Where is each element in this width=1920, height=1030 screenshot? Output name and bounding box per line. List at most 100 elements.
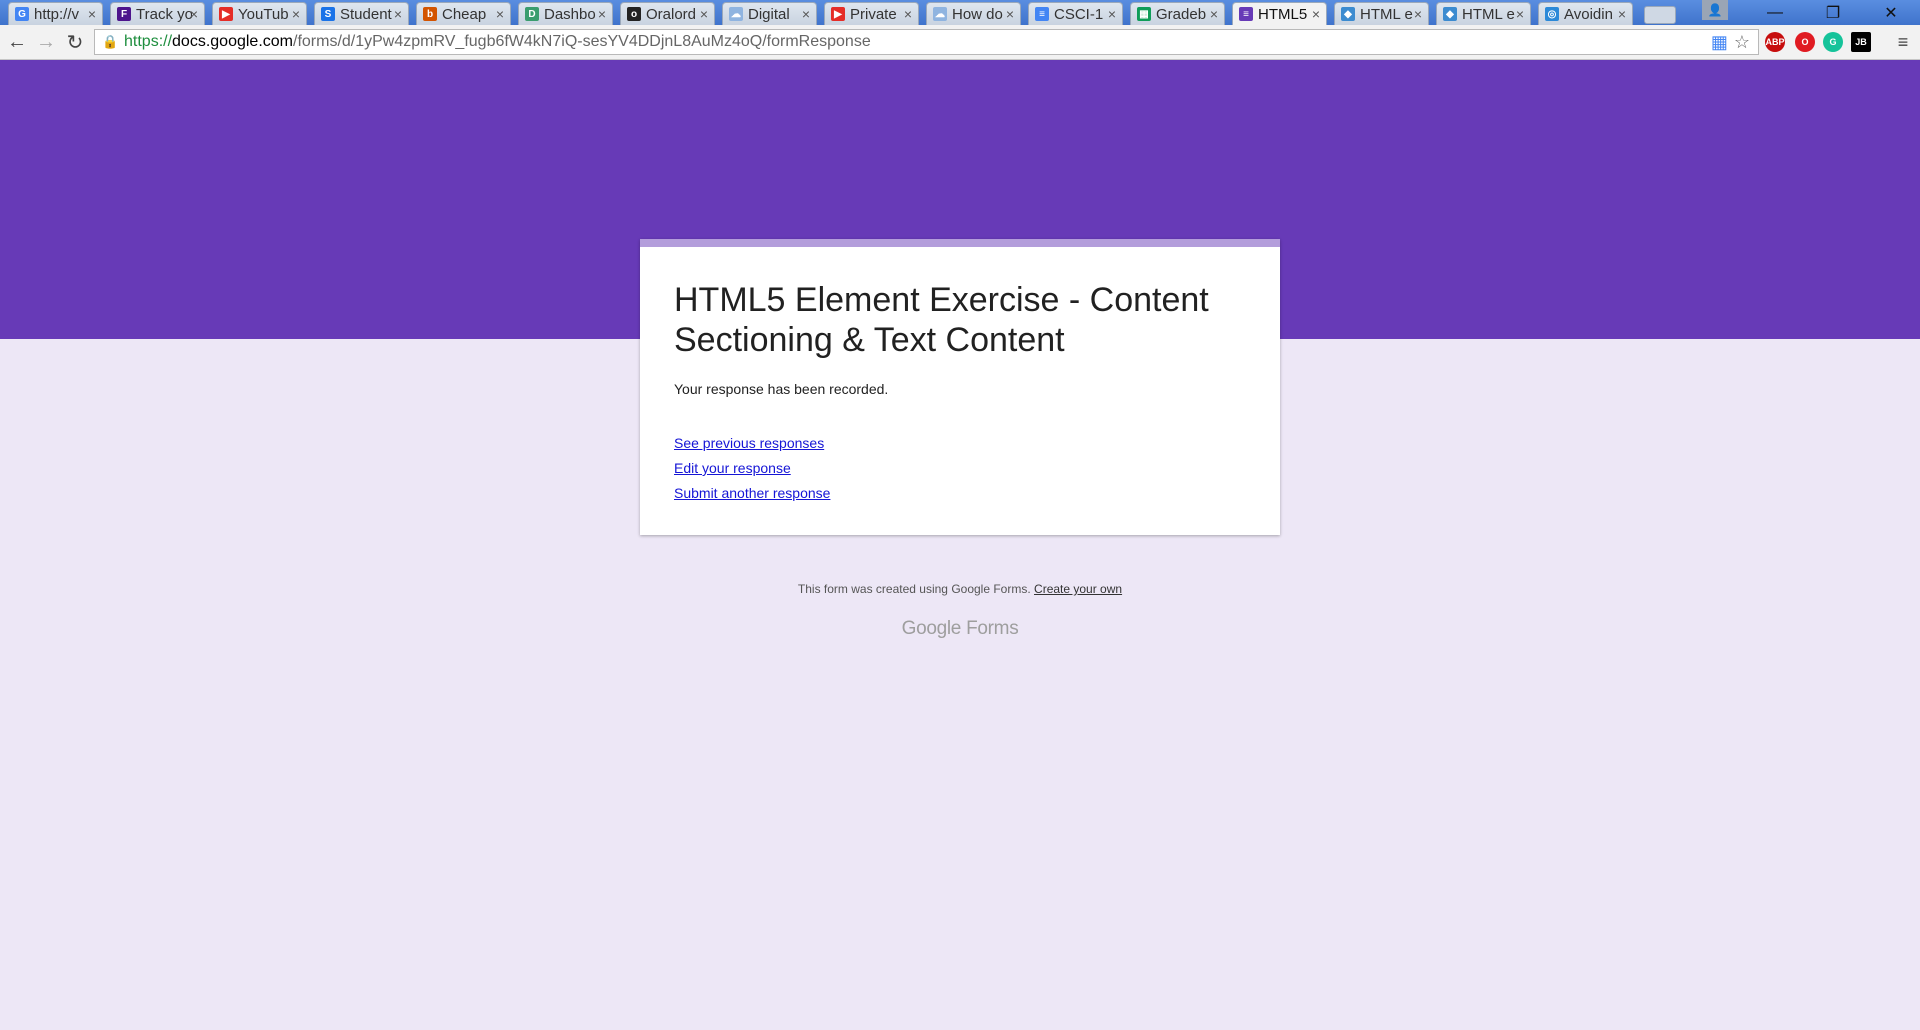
tab-favicon-icon: b xyxy=(423,7,437,21)
tab-close-icon[interactable]: × xyxy=(1414,6,1422,22)
jetbrains-extension-icon[interactable]: JB xyxy=(1851,32,1871,52)
tab-favicon-icon: ◎ xyxy=(1545,7,1559,21)
tab-close-icon[interactable]: × xyxy=(1210,6,1218,22)
tab-close-icon[interactable]: × xyxy=(1312,6,1320,22)
minimize-button[interactable]: — xyxy=(1746,0,1804,25)
tab-favicon-icon: ☁ xyxy=(729,7,743,21)
browser-tab[interactable]: ◎ Avoidin × xyxy=(1538,2,1633,25)
tab-title: HTML e xyxy=(1462,5,1515,23)
browser-tab[interactable]: o Oralord × xyxy=(620,2,715,25)
abp-extension-icon[interactable]: ABP xyxy=(1765,32,1785,52)
browser-tab[interactable]: b Cheap × xyxy=(416,2,511,25)
browser-tab[interactable]: S Student × xyxy=(314,2,409,25)
back-button[interactable]: ← xyxy=(4,29,30,55)
tab-strip: Ghttp://v × F Track yo × ▶ YouTub × S Student × b Ch… xyxy=(0,0,1920,25)
window-controls: 👤 — ❐ ✕ xyxy=(1702,0,1920,25)
tab-favicon-icon: ▶ xyxy=(831,7,845,21)
tab-close-icon[interactable]: × xyxy=(904,6,912,22)
tab-favicon-icon: o xyxy=(627,7,641,21)
menu-icon[interactable]: ≡ xyxy=(1890,29,1916,55)
close-window-button[interactable]: ✕ xyxy=(1862,0,1920,25)
tab-title: Private xyxy=(850,5,897,23)
tab-title: CSCI-1 xyxy=(1054,5,1104,23)
footer-text: This form was created using Google Forms… xyxy=(797,582,1031,596)
reload-button[interactable]: ↻ xyxy=(62,29,88,55)
tab-title: http://v xyxy=(34,5,80,23)
browser-tab[interactable]: ≡ CSCI-1 × xyxy=(1028,2,1123,25)
edit-response-link[interactable]: Edit your response xyxy=(674,456,830,481)
url-path: /forms/d/1yPw4zpmRV_fugb6fW4kN7iQ-sesYV4… xyxy=(293,33,871,50)
tab-favicon-icon: G xyxy=(15,7,29,21)
tab-close-icon[interactable]: × xyxy=(1516,6,1524,22)
url-protocol: https:// xyxy=(124,33,173,50)
create-your-own-link[interactable]: Create your own xyxy=(1034,582,1122,596)
google-forms-logo[interactable]: Google Forms xyxy=(0,618,1920,640)
tab-title: Student xyxy=(340,5,392,23)
tab-favicon-icon: ≡ xyxy=(1035,7,1049,21)
browser-tab[interactable]: ▶ YouTub × xyxy=(212,2,307,25)
restore-button[interactable]: ❐ xyxy=(1804,0,1862,25)
logo-forms-text: Forms xyxy=(966,618,1019,639)
see-previous-responses-link[interactable]: See previous responses xyxy=(674,431,830,456)
tab-title: HTML e xyxy=(1360,5,1413,23)
tab-title: YouTub xyxy=(238,5,289,23)
form-response-card: HTML5 Element Exercise - Content Section… xyxy=(640,239,1280,535)
tab-title: Avoidin xyxy=(1564,5,1613,23)
tab-favicon-icon: ◆ xyxy=(1443,7,1457,21)
grammarly-extension-icon[interactable]: G xyxy=(1823,32,1843,52)
tab-favicon-icon: F xyxy=(117,7,131,21)
tab-title: HTML5 xyxy=(1258,5,1308,23)
browser-tab[interactable]: ☁ Digital × xyxy=(722,2,817,25)
tab-favicon-icon: D xyxy=(525,7,539,21)
tab-close-icon[interactable]: × xyxy=(496,6,504,22)
address-bar[interactable]: 🔒 https://docs.google.com/forms/d/1yPw4z… xyxy=(94,29,1759,55)
tab-list: Ghttp://v × F Track yo × ▶ YouTub × S Student × b Ch… xyxy=(8,0,1676,25)
browser-tab[interactable]: Ghttp://v × xyxy=(8,2,103,25)
tab-favicon-icon: ≡ xyxy=(1239,7,1253,21)
tab-close-icon[interactable]: × xyxy=(1006,6,1014,22)
url-host: docs.google.com xyxy=(172,33,293,50)
tab-title: Gradeb xyxy=(1156,5,1207,23)
opera-extension-icon[interactable]: O xyxy=(1795,32,1815,52)
form-title: HTML5 Element Exercise - Content Section… xyxy=(674,281,1209,359)
browser-tab[interactable]: ◆ HTML e × xyxy=(1436,2,1531,25)
tab-favicon-icon: ▶ xyxy=(219,7,233,21)
forward-button[interactable]: → xyxy=(33,29,59,55)
browser-tab[interactable]: D Dashbo × xyxy=(518,2,613,25)
bookmark-star-icon[interactable]: ☆ xyxy=(1734,32,1750,53)
tab-close-icon[interactable]: × xyxy=(190,6,198,22)
tab-title: Digital xyxy=(748,5,790,23)
tab-favicon-icon: ▦ xyxy=(1137,7,1151,21)
browser-tab[interactable]: ☁ How do × xyxy=(926,2,1021,25)
browser-tab[interactable]: ▦ Gradeb × xyxy=(1130,2,1225,25)
tab-title: Oralord xyxy=(646,5,697,23)
browser-tab[interactable]: ≡ HTML5 × xyxy=(1232,2,1327,25)
tab-close-icon[interactable]: × xyxy=(292,6,300,22)
tab-favicon-icon: S xyxy=(321,7,335,21)
tab-close-icon[interactable]: × xyxy=(598,6,606,22)
tab-close-icon[interactable]: × xyxy=(394,6,402,22)
submit-another-response-link[interactable]: Submit another response xyxy=(674,481,830,506)
confirmation-message: Your response has been recorded. xyxy=(674,381,889,397)
new-tab-button[interactable] xyxy=(1644,6,1676,24)
tab-title: Cheap xyxy=(442,5,487,23)
tab-close-icon[interactable]: × xyxy=(700,6,708,22)
profile-icon[interactable]: 👤 xyxy=(1702,0,1728,20)
tab-title: Dashbo xyxy=(544,5,596,23)
logo-google-text: Google xyxy=(901,618,962,639)
tab-title: Track yo xyxy=(136,5,192,23)
tab-favicon-icon: ◆ xyxy=(1341,7,1355,21)
browser-toolbar: ← → ↻ 🔒 https://docs.google.com/forms/d/… xyxy=(0,25,1920,60)
lock-icon: 🔒 xyxy=(102,34,119,49)
response-links: See previous responses Edit your respons… xyxy=(674,431,830,506)
browser-tab[interactable]: ◆ HTML e × xyxy=(1334,2,1429,25)
tab-close-icon[interactable]: × xyxy=(1618,6,1626,22)
tab-title: How do xyxy=(952,5,1003,23)
tab-close-icon[interactable]: × xyxy=(802,6,810,22)
browser-tab[interactable]: F Track yo × xyxy=(110,2,205,25)
tab-close-icon[interactable]: × xyxy=(88,6,96,22)
tab-close-icon[interactable]: × xyxy=(1108,6,1116,22)
translate-icon[interactable]: ▦ xyxy=(1711,32,1728,53)
browser-tab[interactable]: ▶ Private × xyxy=(824,2,919,25)
tab-favicon-icon: ☁ xyxy=(933,7,947,21)
